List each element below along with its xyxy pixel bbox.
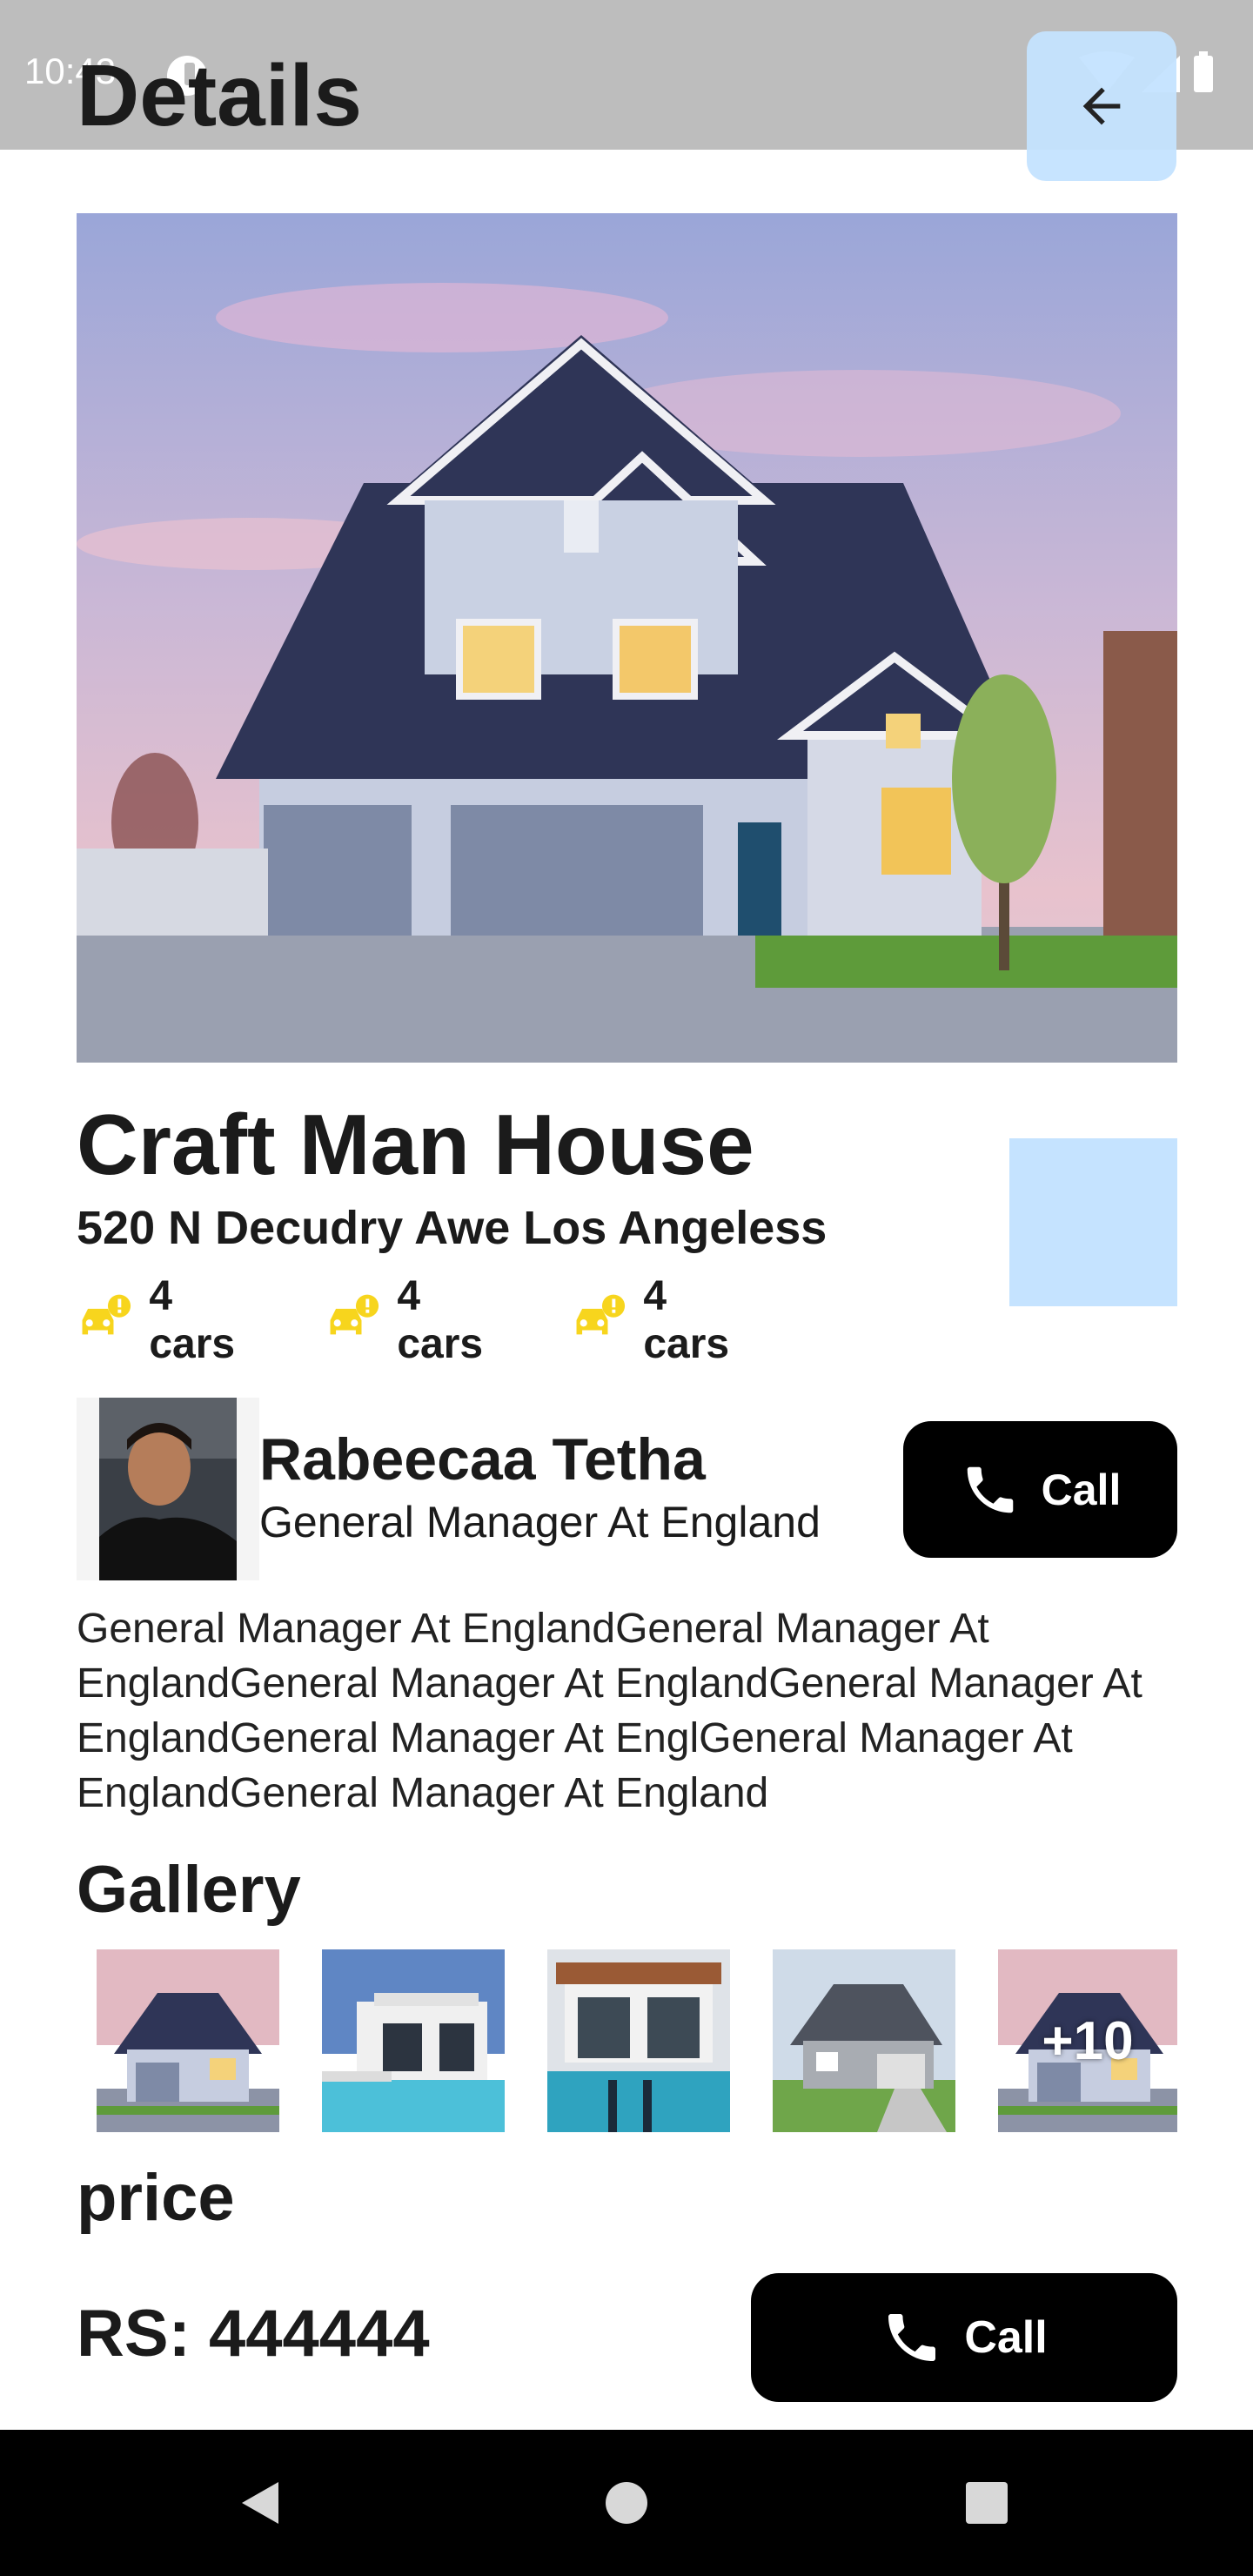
car-alert-icon	[330, 1294, 379, 1335]
property-address: 520 N Decudry Awe Los Angeless	[77, 1202, 828, 1254]
call-button-label: Call	[964, 2312, 1048, 2363]
arrow-back-icon	[1082, 87, 1121, 125]
feature-item: 4 cars	[325, 1273, 496, 1367]
gallery-more-count: +10	[1042, 2010, 1134, 2071]
favorite-button[interactable]	[1009, 1138, 1177, 1306]
nav-recents-button[interactable]	[935, 2430, 1039, 2576]
nav-home-button[interactable]	[574, 2430, 679, 2576]
feature-item: 4 cars	[77, 1273, 248, 1367]
property-description: General Manager At EnglandGeneral Manage…	[77, 1606, 1142, 1816]
call-agent-button[interactable]: Call	[903, 1421, 1177, 1558]
gallery-thumbnail[interactable]	[547, 1949, 730, 2132]
call-button-label: Call	[1041, 1465, 1122, 1514]
price-label: price	[77, 2161, 235, 2235]
car-alert-icon	[82, 1294, 131, 1335]
phone-icon	[888, 2314, 936, 2361]
gallery-thumbnail[interactable]	[773, 1949, 955, 2132]
price-value: RS: 444444	[77, 2297, 430, 2371]
nav-recents-icon	[966, 2482, 1008, 2524]
gallery-thumbnail[interactable]	[322, 1949, 505, 2132]
feature-label: 4 cars	[397, 1273, 484, 1367]
car-alert-icon	[576, 1294, 626, 1335]
phone-icon	[967, 1466, 1013, 1513]
agent-role: General Manager At England	[259, 1498, 821, 1546]
property-name: Craft Man House	[77, 1097, 754, 1192]
call-bottom-button[interactable]: Call	[751, 2273, 1177, 2402]
feature-label: 4 cars	[643, 1273, 730, 1367]
battery-icon	[1194, 56, 1213, 92]
agent-avatar	[77, 1398, 259, 1580]
gallery-thumbnail-more[interactable]: +10	[998, 1949, 1177, 2132]
nav-home-icon	[606, 2482, 647, 2524]
nav-back-button[interactable]	[209, 2430, 313, 2576]
page-title: Details	[77, 47, 362, 144]
property-hero-image	[77, 213, 1177, 1063]
back-button[interactable]	[1027, 31, 1176, 181]
system-nav-bar	[0, 2430, 1253, 2576]
gallery-thumbnail[interactable]	[97, 1949, 279, 2132]
agent-name: Rabeecaa Tetha	[259, 1426, 706, 1493]
house-photo	[77, 213, 1177, 1063]
feature-label: 4 cars	[149, 1273, 236, 1367]
nav-back-icon	[242, 2482, 278, 2524]
feature-item: 4 cars	[571, 1273, 742, 1367]
gallery-title: Gallery	[77, 1853, 301, 1927]
